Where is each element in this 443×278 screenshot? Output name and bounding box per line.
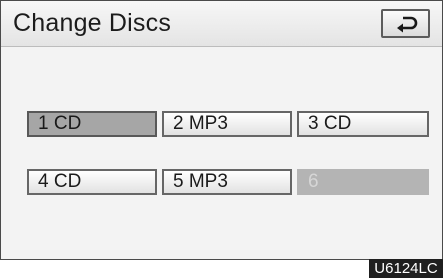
disc-4-label: 4 CD bbox=[38, 171, 82, 192]
disc-2-label: 2 MP3 bbox=[173, 113, 228, 134]
disc-5-button[interactable]: 5 MP3 bbox=[162, 169, 292, 195]
disc-6-button: 6 bbox=[297, 169, 429, 195]
title-bar: Change Discs bbox=[1, 1, 442, 47]
disc-3-label: 3 CD bbox=[308, 113, 352, 134]
disc-3-button[interactable]: 3 CD bbox=[297, 111, 429, 137]
disc-2-button[interactable]: 2 MP3 bbox=[162, 111, 292, 137]
figure: Change Discs 1 CD 2 MP3 3 CD 4 CD 5 MP3 bbox=[0, 0, 443, 278]
disc-1-label: 1 CD bbox=[38, 113, 82, 134]
change-discs-screen: Change Discs 1 CD 2 MP3 3 CD 4 CD 5 MP3 bbox=[0, 0, 443, 260]
back-button[interactable] bbox=[381, 9, 430, 38]
page-title: Change Discs bbox=[13, 9, 172, 37]
figure-code-label: U6124LC bbox=[369, 259, 443, 278]
disc-6-label: 6 bbox=[308, 171, 319, 192]
disc-4-button[interactable]: 4 CD bbox=[27, 169, 157, 195]
disc-5-label: 5 MP3 bbox=[173, 171, 228, 192]
disc-1-button[interactable]: 1 CD bbox=[27, 111, 157, 137]
